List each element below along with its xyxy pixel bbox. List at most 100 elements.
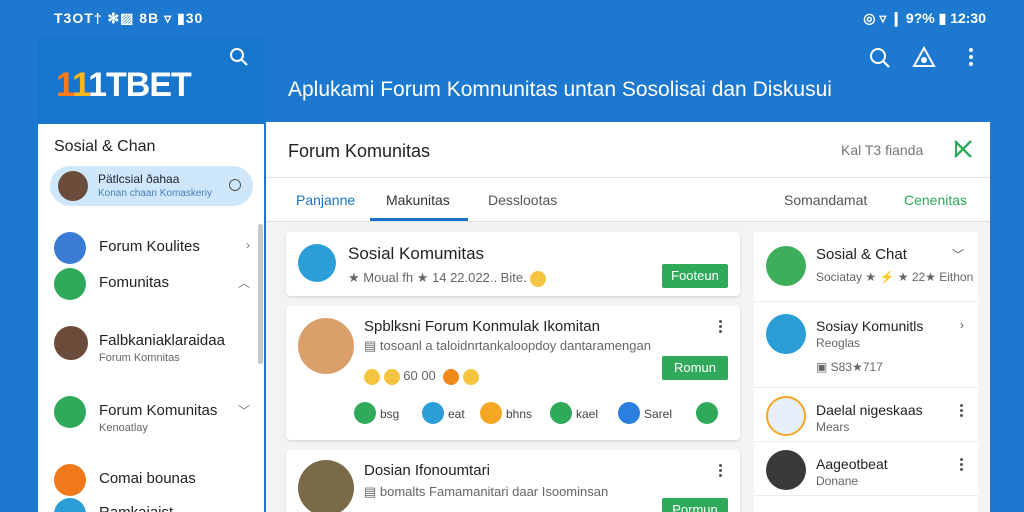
emoji-icon	[530, 270, 547, 287]
chat-icon	[54, 268, 86, 300]
sidebar-item-label: Forum Koulites	[99, 238, 200, 255]
whatsapp-icon	[696, 402, 718, 424]
info-icon[interactable]	[229, 179, 241, 191]
post-title: Spblksni Forum Konmulak Ikomitan	[364, 318, 600, 335]
scrollbar[interactable]	[258, 224, 263, 364]
avatar	[58, 171, 88, 201]
sidebar-section-title: Sosial & Chan	[54, 138, 156, 155]
post-meta: ★ Moual fh ★ 14 22.022.. Bite.	[348, 270, 547, 287]
tab-somandamat[interactable]: Somandamat	[784, 192, 867, 208]
status-left: T3OT† ✻▨ 8B ▿ ▮30	[54, 10, 204, 26]
left-navigation: 111TBET Sosial & Chan Pätlcsial ðahaa K…	[38, 36, 264, 512]
more-icon[interactable]	[960, 458, 964, 472]
sidebar-item-more[interactable]: Ramkaiaist	[54, 498, 254, 512]
sidebar-item-komunitas[interactable]: Fomunitas ︿	[54, 268, 254, 302]
status-bar: T3OT† ✻▨ 8B ▿ ▮30 ◎ ▿ ❙ 9?% ▮ 12:30	[0, 0, 1024, 36]
avatar	[766, 396, 806, 436]
sidebar-item-forum[interactable]: Forum Koulites ›	[54, 232, 254, 266]
post-card[interactable]: Sosial Komumitas ★ Moual fh ★ 14 22.022.…	[286, 232, 740, 296]
tab-desslootas[interactable]: Desslootas	[488, 192, 557, 208]
side-list: Sosial & Chat Sociatay ★ ⚡ ★ 22★ Eithon …	[754, 232, 978, 512]
post-title: Sosial Komumitas	[348, 244, 485, 263]
sidebar-item-label: Comai bounas	[99, 470, 196, 487]
like-icon	[354, 402, 376, 424]
sidebar-item-subtitle: Forum Komnitas	[99, 352, 180, 364]
list-item-title: Aageotbeat	[816, 456, 888, 472]
list-item-title: Sosial & Chat	[816, 246, 907, 263]
header-subtitle: Kal T3 fianda	[841, 142, 924, 158]
chat-icon	[54, 498, 86, 512]
post-card[interactable]: Spblksni Forum Konmulak Ikomitan ▤ tosoa…	[286, 306, 740, 440]
tab-bar: Panjanne Makunitas Desslootas Somandamat…	[266, 178, 990, 222]
active-tab-indicator	[370, 218, 468, 221]
list-item-subtitle: Reoglas	[816, 336, 861, 350]
search-icon[interactable]	[228, 46, 250, 68]
list-item-subtitle: Sociatay ★ ⚡ ★ 22★ Eithon	[816, 270, 974, 284]
status-right: ◎ ▿ ❙ 9?% ▮ 12:30	[863, 10, 986, 26]
post-meta: ▤ tosoanl a taloidnrtankaloopdoy dantara…	[364, 338, 651, 353]
list-item-subtitle: Donane	[816, 474, 859, 488]
sidebar-item-subtitle: Kenoatlay	[99, 422, 148, 434]
top-actions	[870, 45, 973, 68]
chevron-up-icon: ︿	[237, 276, 250, 290]
chevron-right-icon: ›	[246, 238, 250, 252]
sidebar-panel: Sosial & Chan Pätlcsial ðahaa Konan cha…	[38, 124, 264, 512]
page-title: Forum Komunitas	[288, 141, 431, 161]
sidebar-item-label: Fomunitas	[99, 274, 170, 291]
more-icon[interactable]	[719, 320, 723, 334]
more-icon[interactable]	[719, 464, 723, 478]
brand-header: 111TBET	[38, 36, 264, 124]
tab-makunitas[interactable]: Makunitas	[386, 192, 450, 208]
post-title: Dosian Ifonoumtari	[364, 462, 490, 479]
chevron-right-icon[interactable]: ›	[960, 318, 964, 332]
emoji-icon	[480, 402, 502, 424]
messenger-icon	[618, 402, 640, 424]
post-reactions-summary: 60 00	[364, 368, 479, 385]
tab-cenenitas[interactable]: Cenenitas	[904, 192, 967, 208]
post-meta: ▤ bomalts Famamanitari daar Isoominsan	[364, 484, 609, 499]
sidebar-item-bonus[interactable]: Comai bounas	[54, 464, 254, 498]
share-icon[interactable]	[912, 45, 936, 67]
list-item[interactable]: Daelal nigeskaas Mears	[754, 388, 978, 442]
list-item[interactable]: Sosiay Komunitls Reoglas ▣ S83★717 ›	[754, 302, 978, 388]
chevron-down-icon: ﹀	[237, 404, 250, 418]
sidebar-item-forum-komunitas[interactable]: Forum Komunitas Kenoatlay ﹀	[54, 396, 254, 434]
forum-window: Forum Komunitas Kal T3 fianda Panjanne M…	[266, 122, 990, 512]
search-icon[interactable]	[870, 48, 890, 68]
avatar	[54, 326, 88, 360]
more-icon[interactable]	[969, 48, 973, 66]
avatar	[766, 314, 806, 354]
forum-button[interactable]: Romun	[662, 356, 728, 380]
forum-button[interactable]: Pormun	[662, 498, 728, 512]
active-chat-title: Pätlcsial ðahaa	[98, 172, 180, 186]
sidebar-item-label: Forum Komunitas	[99, 402, 218, 419]
list-item[interactable]: Aageotbeat Donane	[754, 442, 978, 496]
close-icon[interactable]	[952, 138, 974, 160]
gift-icon	[54, 464, 86, 496]
more-icon[interactable]	[960, 404, 964, 418]
sidebar-item-profile[interactable]: Falbkaniaklaraidaa Forum Komnitas	[54, 326, 254, 364]
sidebar-item-label: Ramkaiaist	[99, 504, 173, 512]
list-item-title: Sosiay Komunitls	[816, 318, 924, 334]
people-icon	[54, 396, 86, 428]
sidebar-item-label: Falbkaniaklaraidaa	[99, 332, 225, 349]
post-card[interactable]: Dosian Ifonoumtari ▤ bomalts Famamanitar…	[286, 450, 740, 512]
list-item-subtitle: Mears	[816, 420, 850, 434]
tab-panjanne[interactable]: Panjanne	[296, 192, 355, 208]
chevron-down-icon[interactable]: ﹀	[952, 246, 964, 263]
thumbs-up-icon	[54, 232, 86, 264]
list-item-meta: ▣ S83★717	[816, 360, 883, 374]
page-headline: Aplukami Forum Komnunitas untan Sosolisa…	[288, 78, 832, 101]
check-icon	[550, 402, 572, 424]
emoji-icon	[422, 402, 444, 424]
avatar	[298, 244, 336, 282]
active-chat-subtitle: Konan chaan Komaskeriy	[98, 188, 212, 199]
list-item-title: Daelal nigeskaas	[816, 402, 923, 418]
forum-header: Forum Komunitas Kal T3 fianda	[266, 122, 990, 178]
list-item[interactable]: Sosial & Chat Sociatay ★ ⚡ ★ 22★ Eithon …	[754, 232, 978, 302]
avatar	[766, 450, 806, 490]
avatar	[298, 318, 354, 374]
follow-button[interactable]: Footeun	[662, 264, 728, 288]
sidebar-active-chat[interactable]: Pätlcsial ðahaa Konan chaan Komaskeriy	[50, 166, 253, 206]
avatar	[766, 246, 806, 286]
